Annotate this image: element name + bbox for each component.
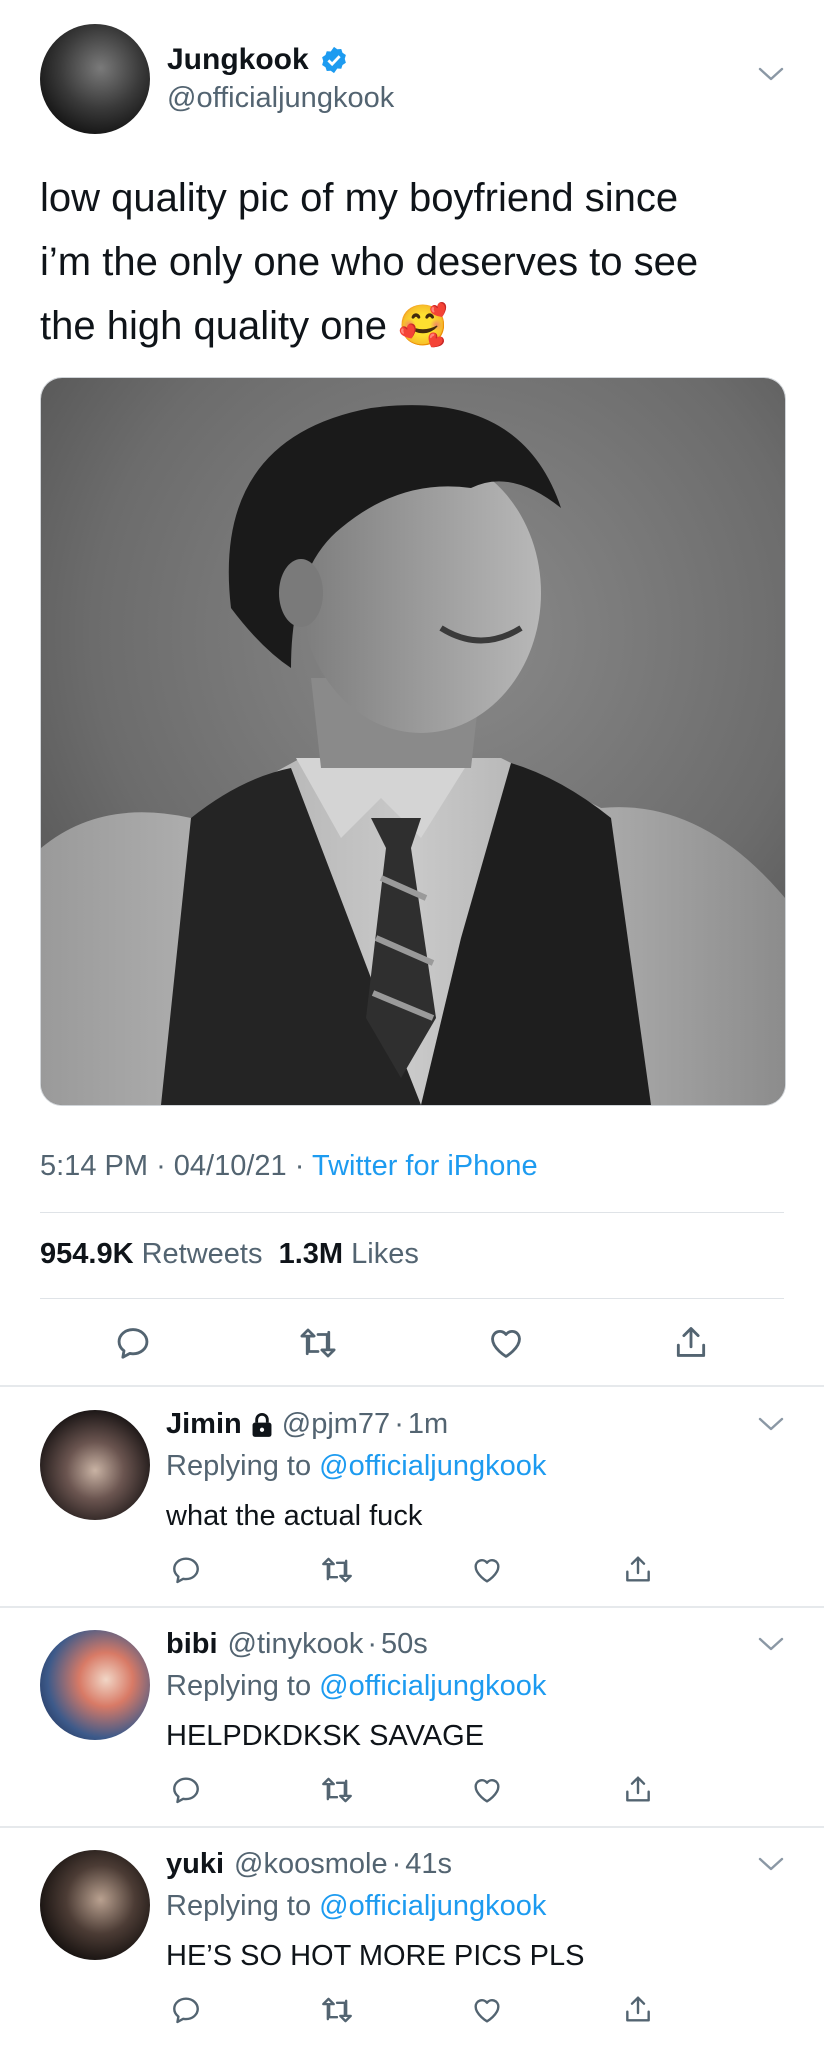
reply-handle[interactable]: @pjm77 — [282, 1408, 390, 1441]
tweet-time[interactable]: 5:14 PM — [40, 1150, 148, 1182]
tweet-text-line: i’m the only one who deserves to see — [40, 240, 699, 284]
reply-author-name[interactable]: yuki — [166, 1848, 224, 1881]
share-icon[interactable] — [622, 1772, 654, 1806]
retweets-stat[interactable]: 954.9K Retweets — [40, 1238, 262, 1270]
retweets-label: Retweets — [141, 1238, 263, 1270]
reply-avatar[interactable] — [40, 1630, 150, 1740]
tweet-source-link[interactable]: Twitter for iPhone — [312, 1150, 538, 1182]
reply-time[interactable]: 41s — [405, 1848, 452, 1881]
reply-header: yuki @koosmole · 41s — [166, 1848, 452, 1881]
retweet-icon[interactable] — [320, 1774, 354, 1806]
author-avatar[interactable] — [40, 24, 150, 134]
tweet-meta: 5:14 PM · 04/10/21 · Twitter for iPhone — [40, 1150, 538, 1183]
replying-to-line: Replying to @officialjungkook — [166, 1450, 546, 1483]
portrait-image — [41, 378, 785, 1105]
reply-icon[interactable] — [114, 1324, 152, 1362]
replying-to-label: Replying to — [166, 1450, 312, 1482]
smiling-face-hearts-emoji: 🥰 — [398, 304, 448, 348]
section-divider — [0, 1606, 824, 1608]
replying-to-handle[interactable]: @officialjungkook — [319, 1450, 546, 1482]
retweets-count: 954.9K — [40, 1238, 134, 1270]
reply-text: HELPDKDKSK SAVAGE — [166, 1720, 485, 1752]
reply-author-name[interactable]: Jimin — [166, 1408, 242, 1441]
replying-to-label: Replying to — [166, 1670, 312, 1702]
heart-icon[interactable] — [470, 1554, 504, 1586]
retweet-icon[interactable] — [298, 1324, 338, 1362]
tweet-stats: 954.9K Retweets 1.3M Likes — [40, 1238, 419, 1271]
share-icon[interactable] — [622, 1992, 654, 2026]
replying-to-line: Replying to @officialjungkook — [166, 1670, 546, 1703]
chevron-down-icon[interactable] — [758, 1856, 784, 1872]
reply-avatar[interactable] — [40, 1410, 150, 1520]
meta-separator: · — [294, 1150, 305, 1182]
section-divider — [0, 1826, 824, 1828]
heart-icon[interactable] — [470, 1774, 504, 1806]
chevron-down-icon[interactable] — [758, 66, 784, 82]
share-icon[interactable] — [622, 1552, 654, 1586]
chevron-down-icon[interactable] — [758, 1416, 784, 1432]
heart-icon[interactable] — [486, 1324, 526, 1362]
reply-avatar[interactable] — [40, 1850, 150, 1960]
author-name[interactable]: Jungkook — [167, 43, 309, 77]
tweet-text-line: the high quality one 🥰 — [40, 294, 698, 358]
reply-icon[interactable] — [170, 1554, 202, 1586]
reply-text: what the actual fuck — [166, 1500, 423, 1532]
likes-stat[interactable]: 1.3M Likes — [279, 1238, 419, 1270]
retweet-icon[interactable] — [320, 1994, 354, 2026]
meta-separator: · — [367, 1628, 378, 1660]
reply-time[interactable]: 1m — [408, 1408, 448, 1441]
meta-separator: · — [394, 1408, 404, 1440]
author-handle[interactable]: @officialjungkook — [167, 82, 394, 115]
likes-count: 1.3M — [278, 1238, 344, 1270]
share-icon[interactable] — [672, 1322, 710, 1362]
reply-icon[interactable] — [170, 1774, 202, 1806]
divider — [40, 1212, 784, 1213]
verified-badge-icon — [319, 45, 349, 75]
tweet-text-line-3: the high quality one — [40, 304, 387, 348]
replying-to-label: Replying to — [166, 1890, 312, 1922]
divider — [40, 1298, 784, 1299]
reply-time[interactable]: 50s — [381, 1628, 428, 1661]
reply-header: bibi @tinykook · 50s — [166, 1628, 428, 1661]
reply-icon[interactable] — [170, 1994, 202, 2026]
section-divider — [0, 1385, 824, 1387]
tweet-text: low quality pic of my boyfriend since i’… — [40, 166, 698, 358]
reply-text: HE’S SO HOT MORE PICS PLS — [166, 1940, 585, 1972]
tweet-text-line: low quality pic of my boyfriend since — [40, 176, 679, 220]
reply-header: Jimin @pjm77 · 1m — [166, 1408, 448, 1441]
likes-label: Likes — [351, 1238, 419, 1270]
lock-icon — [250, 1412, 274, 1438]
replying-to-line: Replying to @officialjungkook — [166, 1890, 546, 1923]
replying-to-handle[interactable]: @officialjungkook — [319, 1890, 546, 1922]
heart-icon[interactable] — [470, 1994, 504, 2026]
author-name-row: Jungkook — [167, 42, 349, 78]
tweet-date[interactable]: 04/10/21 — [174, 1150, 287, 1182]
meta-separator: · — [391, 1848, 402, 1880]
meta-separator: · — [156, 1150, 166, 1182]
retweet-icon[interactable] — [320, 1554, 354, 1586]
replying-to-handle[interactable]: @officialjungkook — [319, 1670, 546, 1702]
chevron-down-icon[interactable] — [758, 1636, 784, 1652]
reply-author-name[interactable]: bibi — [166, 1628, 218, 1661]
tweet-photo[interactable] — [40, 377, 786, 1106]
reply-handle[interactable]: @tinykook — [228, 1628, 364, 1661]
reply-handle[interactable]: @koosmole — [234, 1848, 388, 1881]
